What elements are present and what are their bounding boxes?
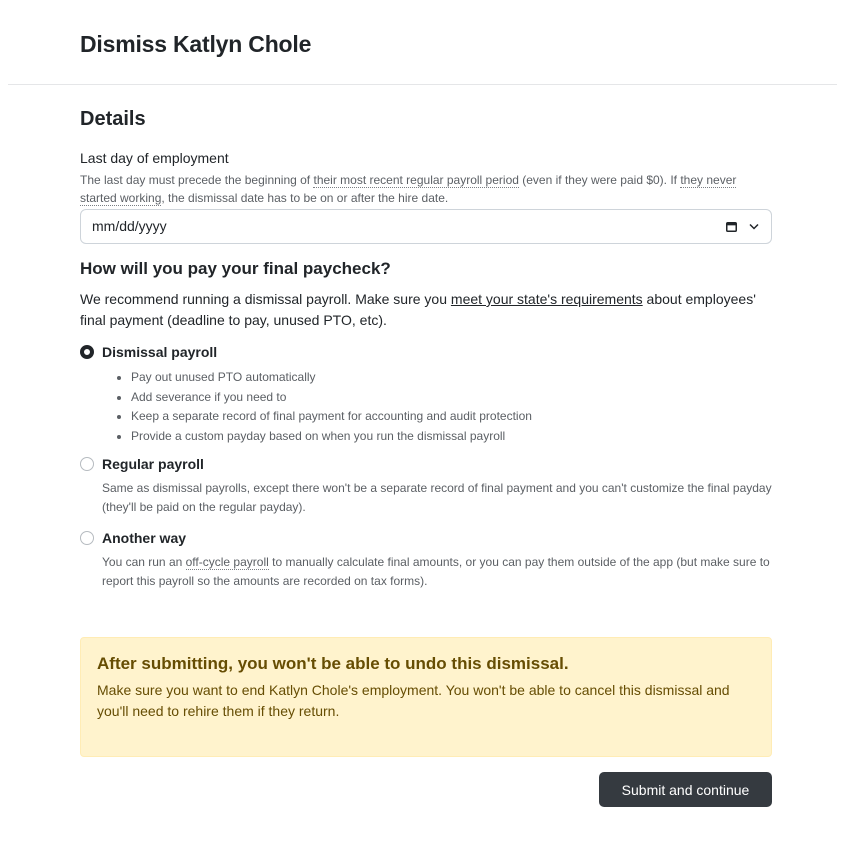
header-divider [8, 84, 837, 85]
desc-text: You can run an [102, 555, 186, 569]
radio-regular-payroll[interactable] [80, 457, 94, 471]
state-requirements-link[interactable]: meet your state's requirements [451, 291, 643, 307]
option-description: Same as dismissal payrolls, except there… [102, 481, 772, 514]
final-paycheck-intro: We recommend running a dismissal payroll… [80, 289, 772, 331]
list-item: Keep a separate record of final payment … [131, 407, 772, 427]
radio-dismissal-payroll[interactable] [80, 345, 94, 359]
hint-text: (even if they were paid $0). If [518, 173, 681, 187]
submit-and-continue-button[interactable]: Submit and continue [599, 772, 772, 807]
date-controls [726, 210, 759, 243]
details-section-title: Details [80, 108, 146, 130]
date-placeholder: mm/dd/yyyy [92, 218, 167, 234]
last-day-label: Last day of employment [80, 150, 229, 166]
final-paycheck-title: How will you pay your final paycheck? [80, 259, 391, 278]
alert-body: Make sure you want to end Katlyn Chole's… [97, 682, 730, 719]
last-day-date-input[interactable]: mm/dd/yyyy [80, 209, 772, 244]
option-label: Dismissal payroll [102, 344, 218, 360]
list-item: Provide a custom payday based on when yo… [131, 427, 772, 447]
chevron-down-icon[interactable] [749, 223, 759, 230]
dismiss-employee-page: Dismiss Katlyn Chole Details Last day of… [0, 0, 843, 842]
hint-text: The last day must precede the beginning … [80, 173, 314, 187]
option-label: Another way [102, 530, 187, 546]
last-day-hint: The last day must precede the beginning … [80, 171, 772, 207]
list-item: Pay out unused PTO automatically [131, 368, 772, 388]
page-title: Dismiss Katlyn Chole [80, 31, 312, 57]
radio-another-way[interactable] [80, 531, 94, 545]
hint-text: , the dismissal date has to be on or aft… [161, 191, 449, 205]
warning-alert: After submitting, you won't be able to u… [80, 637, 772, 757]
option-dismissal-payroll[interactable]: Dismissal payroll Pay out unused PTO aut… [80, 343, 772, 446]
option-label: Regular payroll [102, 456, 204, 472]
off-cycle-payroll-link[interactable]: off-cycle payroll [185, 555, 269, 570]
alert-title: After submitting, you won't be able to u… [97, 654, 569, 673]
payment-method-options: Dismissal payroll Pay out unused PTO aut… [80, 343, 772, 591]
option-description: You can run an off-cycle payroll to manu… [102, 553, 772, 591]
intro-text: We recommend running a dismissal payroll… [80, 291, 451, 307]
option-regular-payroll[interactable]: Regular payroll Same as dismissal payrol… [80, 455, 772, 517]
list-item: Add severance if you need to [131, 388, 772, 408]
option-another-way[interactable]: Another way You can run an off-cycle pay… [80, 529, 772, 591]
payroll-period-tooltip-link[interactable]: their most recent regular payroll period [313, 173, 519, 188]
calendar-icon[interactable] [726, 221, 737, 232]
main-content: Details Last day of employment The last … [80, 108, 772, 591]
dismissal-payroll-benefits: Pay out unused PTO automatically Add sev… [102, 368, 772, 446]
